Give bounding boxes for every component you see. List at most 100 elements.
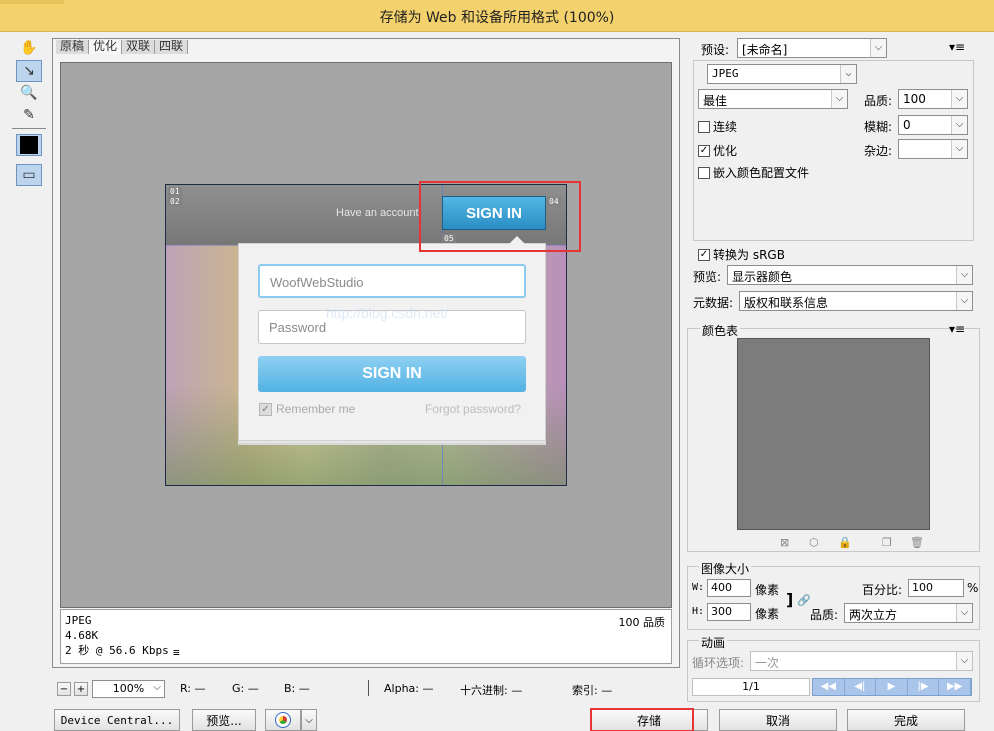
checkbox-checked-icon: ✓ [698, 144, 710, 157]
chevron-down-icon: ⌵ [951, 90, 967, 108]
chevron-down-icon: ⌵ [951, 116, 967, 134]
blur-input[interactable]: 0 ⌵ [898, 115, 968, 135]
slice-select-icon[interactable]: ↘ [16, 60, 42, 82]
have-account-text: Have an account [336, 207, 419, 219]
first-frame-icon[interactable]: ◀◀ [813, 679, 845, 695]
forgot-password-link: Forgot password? [425, 402, 522, 416]
quality-preset-select[interactable]: 最佳 ⌵ [698, 89, 848, 109]
status-g: G: — [232, 682, 259, 695]
preset-value: [未命名] [742, 43, 788, 57]
next-frame-icon[interactable]: |▶ [908, 679, 940, 695]
frame-counter: 1/1 [692, 678, 810, 696]
resample-select[interactable]: 两次立方 ⌵ [844, 603, 973, 623]
quality-value: 100 [903, 92, 926, 106]
tab-optimized[interactable]: 优化 [89, 40, 123, 54]
highlight-save [590, 708, 694, 731]
width-input[interactable]: 400 [707, 579, 751, 597]
preview-label: 预览: [693, 270, 722, 284]
chevron-down-icon: ⌵ [831, 90, 847, 108]
matte-select[interactable]: ⌵ [898, 139, 968, 159]
window-title: 存储为 Web 和设备所用格式 (100%) [379, 10, 615, 26]
status-b: B: — [284, 682, 310, 695]
animation-controls: ◀◀ ◀| ▶ |▶ ▶▶ [812, 678, 972, 696]
preset-select[interactable]: [未命名] ⌵ [737, 38, 887, 58]
quality-label: 品质: [864, 94, 893, 108]
color-swatch[interactable] [16, 134, 42, 156]
hand-icon[interactable]: ✋ [16, 37, 42, 59]
width-label: W: [692, 582, 705, 593]
zoom-select[interactable]: 100% [92, 680, 165, 698]
quality-input[interactable]: 100 ⌵ [898, 89, 968, 109]
swatch-black [20, 136, 38, 154]
link-bracket-icon: ] [786, 590, 794, 609]
metadata-value: 版权和联系信息 [744, 296, 829, 310]
color-table[interactable] [737, 338, 930, 530]
eyedropper-icon[interactable]: ✎ [16, 104, 42, 126]
percent-label: 百分比: [862, 583, 903, 597]
width-unit: 像素 [755, 583, 780, 597]
device-central-button[interactable]: Device Central... [54, 709, 180, 731]
blur-label: 模糊: [864, 120, 893, 134]
trash-icon[interactable]: 🗑 [910, 536, 924, 549]
chevron-down-icon: ⌵ [870, 39, 886, 57]
toggle-slices-icon[interactable]: ▭ [16, 164, 42, 186]
optimized-label: 优化 [713, 144, 738, 158]
matte-label: 杂边: [864, 144, 893, 158]
height-label: H: [692, 606, 705, 617]
embed-profile-label: 嵌入颜色配置文件 [713, 166, 810, 180]
resample-label: 品质: [810, 608, 839, 622]
percent-input[interactable]: 100 [908, 579, 964, 597]
loop-label: 循环选项: [692, 656, 745, 670]
new-color-icon[interactable]: ❐ [882, 536, 892, 549]
optimization-info: JPEG 4.68K 2 秒 @ 56.6 Kbps ≡ 100 品质 [60, 609, 672, 664]
chrome-icon [275, 712, 291, 728]
loop-select[interactable]: 一次 ⌵ [750, 651, 973, 671]
done-button[interactable]: 完成 [847, 709, 965, 731]
slice-label-02[interactable]: 02 [168, 197, 182, 206]
metadata-label: 元数据: [693, 296, 734, 310]
tab-4up[interactable]: 四联 [155, 40, 189, 54]
slice-label-01[interactable]: 01 [168, 187, 182, 196]
web-snap-icon[interactable]: ⬡ [809, 536, 819, 549]
loop-value: 一次 [755, 656, 780, 670]
convert-srgb-checkbox[interactable]: ✓ 转换为 sRGB [698, 246, 785, 263]
browser-dropdown[interactable]: ⌵ [301, 709, 317, 731]
color-table-menu-icon[interactable]: ▾≡ [949, 322, 965, 336]
embed-profile-checkbox[interactable]: 嵌入颜色配置文件 [698, 164, 809, 181]
optimized-checkbox[interactable]: ✓ 优化 [698, 142, 737, 159]
percent-unit: % [967, 581, 979, 595]
preset-menu-icon[interactable]: ▾≡ [949, 40, 965, 54]
play-icon[interactable]: ▶ [876, 679, 908, 695]
remember-me: ✓ Remember me [259, 402, 355, 416]
zoom-value: 100% [112, 682, 145, 695]
chain-link-icon[interactable]: 🔗 [797, 594, 811, 607]
tab-original[interactable]: 原稿 [56, 40, 90, 54]
preview-value: 显示器颜色 [732, 270, 793, 284]
map-transparent-icon[interactable]: ⊠ [780, 536, 789, 549]
cancel-button[interactable]: 取消 [719, 709, 837, 731]
zoom-out-button[interactable]: − [57, 682, 71, 696]
image-size-title: 图像大小 [699, 560, 752, 577]
title-grip [0, 0, 64, 4]
prev-frame-icon[interactable]: ◀| [845, 679, 877, 695]
chevron-down-icon: ⌵ [956, 652, 972, 670]
resample-value: 两次立方 [849, 608, 898, 622]
info-speed: 2 秒 @ 56.6 Kbps [65, 644, 169, 657]
info-format: JPEG [65, 614, 92, 627]
height-input[interactable]: 300 [707, 603, 751, 621]
metadata-select[interactable]: 版权和联系信息 ⌵ [739, 291, 973, 311]
zoom-in-button[interactable]: + [74, 682, 88, 696]
status-r: R: — [180, 682, 206, 695]
tab-2up[interactable]: 双联 [122, 40, 156, 54]
progressive-checkbox[interactable]: 连续 [698, 118, 737, 135]
last-frame-icon[interactable]: ▶▶ [939, 679, 971, 695]
preview-select[interactable]: 显示器颜色 ⌵ [727, 265, 973, 285]
browser-preview-icon[interactable] [265, 709, 301, 731]
preview-button[interactable]: 预览... [192, 709, 256, 731]
zoom-icon[interactable]: 🔍 [16, 82, 42, 104]
info-menu-icon[interactable]: ≡ [173, 645, 180, 660]
format-select[interactable]: JPEG ⌵ [707, 64, 857, 84]
lock-color-icon[interactable]: 🔒 [838, 536, 852, 549]
tool-divider [12, 128, 46, 129]
color-table-label: 颜色表 [700, 322, 741, 339]
